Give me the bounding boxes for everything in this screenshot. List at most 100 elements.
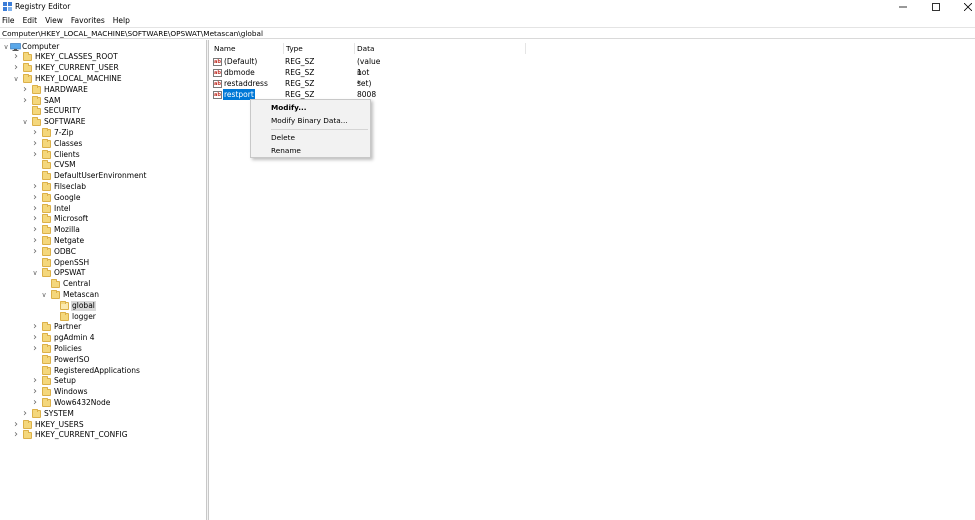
tree-node-hkey-current-user[interactable]: › HKEY_CURRENT_USER	[0, 62, 206, 74]
column-divider[interactable]	[525, 43, 526, 54]
tree-node-hkey-classes-root[interactable]: › HKEY_CLASSES_ROOT	[0, 51, 206, 63]
tree-node-label: HKEY_CURRENT_CONFIG	[35, 430, 128, 440]
key-tree[interactable]: ∨ Computer › HKEY_CLASSES_ROOT › HKEY_CURRENT…	[0, 40, 206, 520]
menu-help[interactable]: Help	[109, 15, 134, 27]
tree-node-label: pgAdmin 4	[54, 333, 95, 343]
menu-separator	[271, 129, 368, 130]
tree-node-sam[interactable]: › SAM	[0, 95, 206, 107]
tree-node-hkey-users[interactable]: › HKEY_USERS	[0, 419, 206, 431]
computer-icon	[10, 42, 21, 51]
close-button[interactable]	[952, 0, 975, 14]
tree-node-google[interactable]: › Google	[0, 192, 206, 204]
folder-icon	[42, 203, 51, 213]
menu-item-delete[interactable]: Delete	[271, 132, 295, 143]
tree-node-policies[interactable]: › Policies	[0, 343, 206, 355]
chevron-right-icon[interactable]: ›	[31, 246, 39, 258]
column-divider[interactable]	[283, 43, 284, 54]
tree-node-setup[interactable]: › Setup	[0, 375, 206, 387]
folder-icon	[32, 84, 41, 94]
tree-node-label: HARDWARE	[44, 84, 88, 94]
tree-node-netgate[interactable]: › Netgate	[0, 235, 206, 247]
tree-node-clients[interactable]: › Clients	[0, 149, 206, 161]
tree-node-security[interactable]: SECURITY	[0, 106, 206, 117]
minimize-button[interactable]	[887, 0, 919, 14]
tree-node-openssh[interactable]: OpenSSH	[0, 258, 206, 269]
tree-node-label: SECURITY	[44, 106, 81, 116]
tree-node-label: 7-Zip	[54, 127, 74, 137]
chevron-right-icon[interactable]: ›	[21, 84, 29, 96]
chevron-right-icon[interactable]: ›	[31, 149, 39, 161]
string-value-icon: ab	[213, 68, 222, 77]
title-bar: Registry Editor	[0, 0, 975, 14]
chevron-right-icon[interactable]: ›	[31, 138, 39, 150]
folder-icon	[32, 408, 41, 418]
column-divider[interactable]	[354, 43, 355, 54]
folder-icon	[42, 333, 51, 343]
tree-node-opswat[interactable]: ∨ OPSWAT	[0, 268, 206, 279]
tree-node-software[interactable]: ∨ SOFTWARE	[0, 117, 206, 128]
tree-node-wow6432node[interactable]: › Wow6432Node	[0, 397, 206, 409]
tree-node-global[interactable]: global	[0, 300, 206, 312]
tree-node-filseclab[interactable]: › Filseclab	[0, 181, 206, 193]
registry-editor-icon	[3, 2, 12, 11]
folder-icon	[32, 95, 41, 105]
tree-node-mozilla[interactable]: › Mozilla	[0, 224, 206, 236]
tree-node-hkey-current-config[interactable]: › HKEY_CURRENT_CONFIG	[0, 429, 206, 441]
chevron-right-icon[interactable]: ›	[31, 343, 39, 355]
chevron-down-icon[interactable]: ∨	[21, 117, 29, 128]
column-header-name[interactable]: Name	[214, 43, 236, 54]
tree-node-partner[interactable]: › Partner	[0, 321, 206, 333]
menu-item-modify-binary-data[interactable]: Modify Binary Data...	[271, 115, 348, 126]
chevron-right-icon[interactable]: ›	[31, 397, 39, 409]
tree-node-label: Intel	[54, 203, 71, 213]
tree-node-central[interactable]: Central	[0, 279, 206, 290]
tree-node-label: Windows	[54, 387, 88, 397]
tree-node-label: SOFTWARE	[44, 117, 86, 127]
tree-node-cvsm[interactable]: CVSM	[0, 160, 206, 171]
chevron-right-icon[interactable]: ›	[12, 429, 20, 441]
menu-edit[interactable]: Edit	[19, 15, 42, 27]
folder-icon	[42, 257, 51, 267]
tree-node-hardware[interactable]: › HARDWARE	[0, 84, 206, 96]
folder-icon	[32, 106, 41, 116]
column-header-data[interactable]: Data	[357, 43, 374, 54]
tree-node-classes[interactable]: › Classes	[0, 138, 206, 150]
folder-icon	[42, 246, 51, 256]
menu-view[interactable]: View	[41, 15, 67, 27]
tree-node-windows[interactable]: › Windows	[0, 386, 206, 398]
tree-node-7-zip[interactable]: › 7-Zip	[0, 127, 206, 139]
maximize-button[interactable]	[920, 0, 952, 14]
menu-file[interactable]: File	[0, 15, 19, 27]
tree-node-logger[interactable]: logger	[0, 312, 206, 323]
chevron-down-icon[interactable]: ∨	[12, 74, 20, 85]
menu-item-modify[interactable]: Modify...	[271, 102, 307, 113]
tree-node-hkey-local-machine[interactable]: ∨ HKEY_LOCAL_MACHINE	[0, 74, 206, 85]
chevron-down-icon[interactable]: ∨	[31, 268, 39, 279]
tree-node-pgadmin-4[interactable]: › pgAdmin 4	[0, 332, 206, 344]
chevron-right-icon[interactable]: ›	[31, 192, 39, 204]
folder-icon	[23, 73, 32, 83]
tree-node-defaultuserenvironment[interactable]: DefaultUserEnvironment	[0, 171, 206, 182]
chevron-right-icon[interactable]: ›	[21, 408, 29, 420]
tree-node-system[interactable]: › SYSTEM	[0, 408, 206, 420]
tree-node-label: DefaultUserEnvironment	[54, 171, 147, 181]
tree-node-label: Netgate	[54, 235, 85, 245]
menu-favorites[interactable]: Favorites	[67, 15, 109, 27]
chevron-right-icon[interactable]: ›	[12, 62, 20, 74]
chevron-right-icon[interactable]: ›	[21, 95, 29, 107]
tree-node-microsoft[interactable]: › Microsoft	[0, 213, 206, 225]
column-header-type[interactable]: Type	[286, 43, 303, 54]
tree-node-computer[interactable]: ∨ Computer	[0, 42, 206, 53]
chevron-down-icon[interactable]: ∨	[2, 42, 10, 53]
tree-node-intel[interactable]: › Intel	[0, 203, 206, 215]
folder-icon	[42, 225, 51, 235]
tree-node-odbc[interactable]: › ODBC	[0, 246, 206, 258]
pane-splitter[interactable]	[206, 40, 209, 520]
menu-item-rename[interactable]: Rename	[271, 145, 301, 156]
address-bar[interactable]: Computer\HKEY_LOCAL_MACHINE\SOFTWARE\OPS…	[0, 27, 975, 39]
chevron-down-icon[interactable]: ∨	[40, 290, 48, 301]
tree-node-metascan[interactable]: ∨ Metascan	[0, 290, 206, 301]
tree-node-registeredapplications[interactable]: RegisteredApplications	[0, 366, 206, 377]
tree-node-poweriso[interactable]: PowerISO	[0, 355, 206, 366]
folder-icon	[42, 397, 51, 407]
